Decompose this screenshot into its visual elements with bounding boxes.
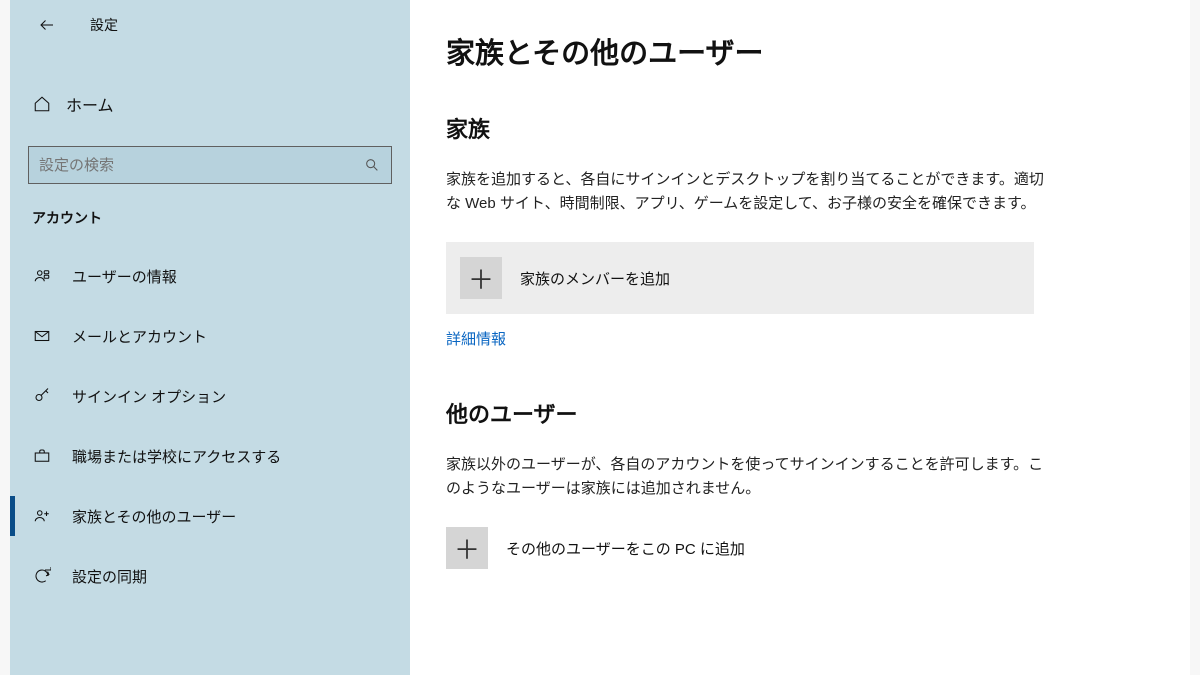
settings-app: 設定 ホーム アカウント: [0, 0, 1200, 675]
home-nav[interactable]: ホーム: [10, 80, 410, 128]
sidebar: 設定 ホーム アカウント: [10, 0, 410, 675]
nav-item-label: 設定の同期: [72, 566, 147, 587]
search-box[interactable]: [28, 146, 392, 184]
main-panel: 家族とその他のユーザー 家族 家族を追加すると、各自にサインインとデスクトップを…: [410, 0, 1190, 675]
frame-border-right: [1190, 0, 1200, 675]
nav-item-label: メールとアカウント: [72, 326, 207, 347]
nav-item-family-other-users[interactable]: 家族とその他のユーザー: [10, 492, 410, 540]
nav-item-work-school[interactable]: 職場または学校にアクセスする: [10, 432, 410, 480]
page-title: 家族とその他のユーザー: [446, 30, 1150, 72]
family-heading: 家族: [446, 112, 1150, 144]
frame-border-left: [0, 0, 10, 675]
key-icon: [32, 386, 52, 406]
learn-more-link[interactable]: 詳細情報: [446, 328, 506, 349]
home-label: ホーム: [66, 92, 114, 116]
sync-icon: [32, 566, 52, 586]
add-family-member-button[interactable]: ＋ 家族のメンバーを追加: [446, 242, 1034, 314]
nav-list: ユーザーの情報 メールとアカウント サインイン オプション: [10, 252, 410, 600]
other-users-description: 家族以外のユーザーが、各自のアカウントを使ってサインインすることを許可します。こ…: [446, 453, 1046, 501]
add-family-label: 家族のメンバーを追加: [520, 268, 670, 289]
nav-item-sync[interactable]: 設定の同期: [10, 552, 410, 600]
arrow-left-icon: [38, 16, 56, 34]
other-users-heading: 他のユーザー: [446, 397, 1150, 429]
nav-item-label: 職場または学校にアクセスする: [72, 446, 281, 467]
people-add-icon: [32, 506, 52, 526]
window-title: 設定: [90, 15, 118, 35]
nav-item-label: 家族とその他のユーザー: [72, 506, 236, 527]
back-button[interactable]: [36, 14, 58, 36]
nav-item-signin-options[interactable]: サインイン オプション: [10, 372, 410, 420]
nav-item-label: ユーザーの情報: [72, 266, 177, 287]
search-wrap: [10, 146, 410, 184]
plus-icon: ＋: [446, 527, 488, 569]
mail-icon: [32, 326, 52, 346]
plus-icon: ＋: [460, 257, 502, 299]
family-description: 家族を追加すると、各自にサインインとデスクトップを割り当てることができます。適切…: [446, 168, 1046, 216]
topbar: 設定: [10, 0, 410, 50]
search-icon: [363, 156, 381, 174]
add-other-user-button[interactable]: ＋ その他のユーザーをこの PC に追加: [446, 527, 1150, 569]
content: 設定 ホーム アカウント: [10, 0, 1190, 675]
search-input[interactable]: [39, 157, 363, 174]
nav-item-email[interactable]: メールとアカウント: [10, 312, 410, 360]
nav-item-label: サインイン オプション: [72, 386, 226, 407]
add-other-user-label: その他のユーザーをこの PC に追加: [506, 538, 745, 559]
home-icon: [32, 94, 52, 114]
nav-item-your-info[interactable]: ユーザーの情報: [10, 252, 410, 300]
person-badge-icon: [32, 266, 52, 286]
briefcase-icon: [32, 446, 52, 466]
section-label: アカウント: [10, 184, 410, 236]
